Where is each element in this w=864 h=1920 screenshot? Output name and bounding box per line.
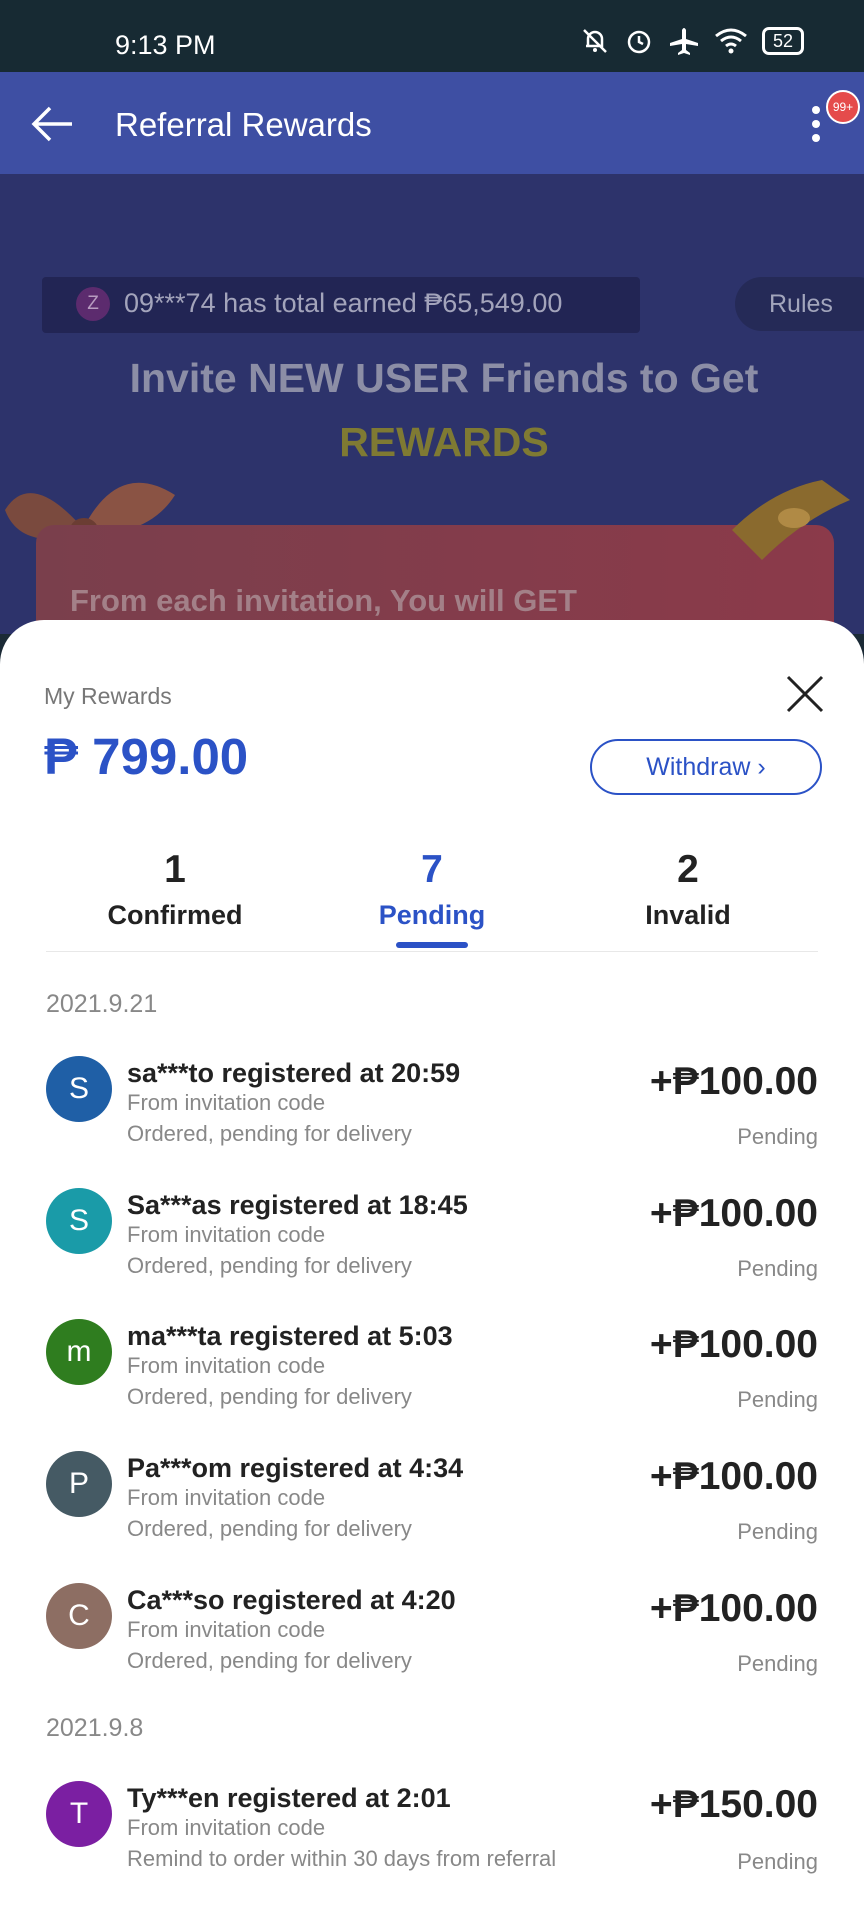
referral-note: Ordered, pending for delivery: [127, 1121, 412, 1146]
more-menu-icon[interactable]: [804, 104, 828, 148]
avatar: S: [46, 1056, 112, 1122]
referral-note: Ordered, pending for delivery: [127, 1253, 412, 1278]
ticker-avatar: Z: [76, 287, 110, 321]
referral-amount: +₱100.00: [649, 1060, 818, 1103]
bell-off-icon: [583, 29, 607, 53]
referral-amount: +₱150.00: [649, 1783, 818, 1826]
money-bill-icon: [732, 480, 850, 560]
referral-status: Pending: [737, 1651, 818, 1676]
tab-confirmed-label: Confirmed: [107, 900, 243, 930]
date-header: 2021.9.21: [46, 990, 158, 1018]
close-icon[interactable]: [785, 674, 825, 714]
referral-note: Ordered, pending for delivery: [127, 1648, 412, 1673]
wifi-icon: [715, 28, 747, 54]
avatar: P: [46, 1451, 112, 1517]
date-header: 2021.9.8: [46, 1714, 144, 1742]
tab-confirmed-count: 1: [164, 848, 186, 891]
referral-source: From invitation code: [127, 1485, 326, 1510]
referral-title: Ty***en registered at 2:01: [127, 1783, 451, 1813]
battery-indicator: 52: [761, 27, 804, 55]
referral-source: From invitation code: [127, 1353, 326, 1378]
referral-title: Sa***as registered at 18:45: [127, 1190, 468, 1220]
tab-invalid-label: Invalid: [645, 900, 731, 930]
referral-note: Ordered, pending for delivery: [127, 1384, 412, 1409]
referral-amount: +₱100.00: [649, 1587, 818, 1630]
referral-amount: +₱100.00: [649, 1323, 818, 1366]
card-text: From each invitation, You will GET: [70, 583, 577, 618]
referral-note: Ordered, pending for delivery: [127, 1516, 412, 1541]
referral-source: From invitation code: [127, 1617, 326, 1642]
referral-status: Pending: [737, 1387, 818, 1412]
my-rewards-label: My Rewards: [44, 683, 172, 709]
avatar: C: [46, 1583, 112, 1649]
banner-headline: Invite NEW USER Friends to Get: [129, 355, 759, 401]
tab-invalid-count: 2: [677, 848, 699, 891]
referral-amount: +₱100.00: [649, 1455, 818, 1498]
referral-status: Pending: [737, 1124, 818, 1149]
referral-source: From invitation code: [127, 1222, 326, 1247]
page-title: Referral Rewards: [115, 106, 372, 143]
referral-status: Pending: [737, 1519, 818, 1544]
referral-note: Remind to order within 30 days from refe…: [127, 1846, 557, 1871]
back-arrow-icon[interactable]: [30, 104, 74, 144]
airplane-icon: [669, 28, 698, 55]
ticker-text: 09***74 has total earned ₱65,549.00: [124, 288, 563, 318]
referral-title: ma***ta registered at 5:03: [127, 1321, 453, 1351]
rewards-amount: ₱ 799.00: [44, 728, 249, 785]
referral-status: Pending: [737, 1256, 818, 1281]
referral-title: sa***to registered at 20:59: [127, 1058, 461, 1088]
referral-source: From invitation code: [127, 1815, 326, 1840]
tab-pending-count: 7: [421, 848, 443, 891]
alarm-icon: [627, 30, 651, 54]
avatar: T: [46, 1781, 112, 1847]
status-icons: 52: [580, 26, 804, 56]
avatar: m: [46, 1319, 112, 1385]
tab-pending-label: Pending: [378, 900, 486, 930]
avatar: S: [46, 1188, 112, 1254]
status-time: 9:13 PM: [115, 30, 216, 60]
tab-invalid[interactable]: 2 Invalid: [568, 848, 808, 931]
active-tab-indicator: [396, 942, 468, 948]
referral-status: Pending: [737, 1849, 818, 1874]
tab-pending[interactable]: 7 Pending: [312, 848, 552, 931]
referral-title: Ca***so registered at 4:20: [127, 1585, 456, 1615]
notification-badge: 99+: [826, 90, 860, 124]
rules-button[interactable]: Rules: [735, 277, 864, 331]
withdraw-button[interactable]: Withdraw ›: [590, 739, 822, 795]
tab-confirmed[interactable]: 1 Confirmed: [55, 848, 295, 931]
referral-amount: +₱100.00: [649, 1192, 818, 1235]
tabs-divider: [46, 951, 818, 952]
referral-source: From invitation code: [127, 1090, 326, 1115]
referral-title: Pa***om registered at 4:34: [127, 1453, 464, 1483]
